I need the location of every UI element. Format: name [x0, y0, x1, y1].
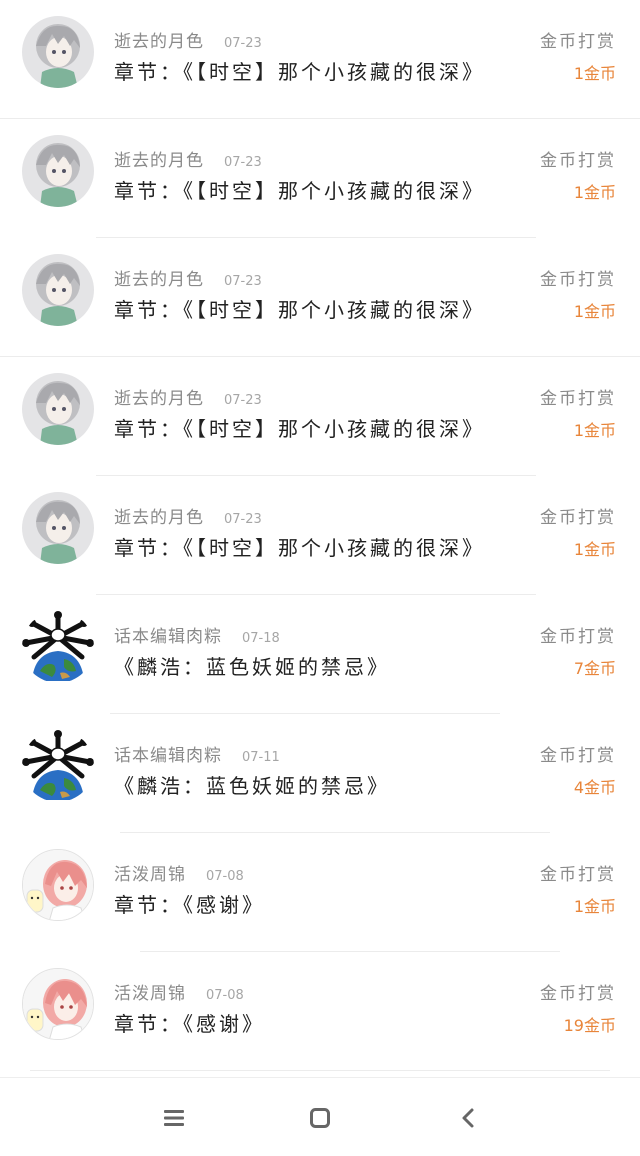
- reward-date: 07-23: [224, 36, 262, 51]
- coin-amount: 19金币: [563, 1016, 616, 1035]
- pink-hair-avatar-icon: [23, 850, 93, 920]
- grey-hair-avatar-icon: [22, 492, 94, 564]
- user-avatar[interactable]: [22, 254, 94, 326]
- reward-date: 07-23: [224, 274, 262, 289]
- back-chevron-icon: [462, 1108, 474, 1128]
- coin-amount: 7金币: [573, 659, 616, 678]
- reward-date: 07-11: [242, 750, 280, 765]
- chapter-title[interactable]: 章节：《【时空】那个小孩藏的很深》: [114, 175, 485, 204]
- reward-date: 07-23: [224, 155, 262, 170]
- reward-date: 07-23: [224, 512, 262, 527]
- tip-label: 金币打赏: [540, 389, 616, 409]
- globe-crossbones-avatar-icon: [22, 730, 94, 802]
- user-name[interactable]: 逝去的月色: [114, 146, 204, 171]
- user-name[interactable]: 逝去的月色: [114, 503, 204, 528]
- home-button[interactable]: [302, 1100, 338, 1136]
- back-button[interactable]: [450, 1100, 486, 1136]
- coin-amount: 1金币: [573, 897, 616, 916]
- chapter-title[interactable]: 章节：《感谢》: [114, 889, 265, 918]
- chapter-title[interactable]: 章节：《【时空】那个小孩藏的很深》: [114, 532, 485, 561]
- user-avatar[interactable]: [22, 492, 94, 564]
- tip-label: 金币打赏: [540, 865, 616, 885]
- user-avatar[interactable]: [22, 611, 94, 683]
- name-line: 话本编辑肉粽 07-11: [114, 741, 280, 766]
- reward-row[interactable]: 活泼周锦 07-08 章节：《感谢》 金币打赏 19金币: [0, 952, 640, 1071]
- chapter-title[interactable]: 章节：《感谢》: [114, 1008, 265, 1037]
- tip-label: 金币打赏: [540, 270, 616, 290]
- grey-hair-avatar-icon: [22, 135, 94, 207]
- menu-button[interactable]: [156, 1100, 192, 1136]
- name-line: 逝去的月色 07-23: [114, 503, 262, 528]
- reward-row[interactable]: 活泼周锦 07-08 章节：《感谢》 金币打赏 1金币: [0, 833, 640, 952]
- pink-hair-avatar-icon: [23, 969, 93, 1039]
- chapter-title[interactable]: 章节：《【时空】那个小孩藏的很深》: [114, 413, 485, 442]
- user-name[interactable]: 活泼周锦: [114, 979, 186, 1004]
- coin-amount: 4金币: [573, 778, 616, 797]
- coin-amount: 1金币: [573, 302, 616, 321]
- grey-hair-avatar-icon: [22, 373, 94, 445]
- globe-crossbones-avatar-icon: [22, 611, 94, 683]
- user-avatar[interactable]: [22, 16, 94, 88]
- reward-list: 逝去的月色 07-23 章节：《【时空】那个小孩藏的很深》 金币打赏 1金币 逝…: [0, 0, 640, 1071]
- user-avatar[interactable]: [22, 849, 94, 921]
- name-line: 逝去的月色 07-23: [114, 146, 262, 171]
- chapter-title[interactable]: 《麟浩：蓝色妖姬的禁忌》: [114, 651, 390, 680]
- tip-label: 金币打赏: [540, 627, 616, 647]
- home-square-icon: [310, 1108, 330, 1128]
- coin-amount: 1金币: [573, 421, 616, 440]
- name-line: 逝去的月色 07-23: [114, 27, 262, 52]
- user-name[interactable]: 活泼周锦: [114, 860, 186, 885]
- chapter-title[interactable]: 《麟浩：蓝色妖姬的禁忌》: [114, 770, 390, 799]
- grey-hair-avatar-icon: [22, 16, 94, 88]
- user-name[interactable]: 逝去的月色: [114, 27, 204, 52]
- reward-row[interactable]: 逝去的月色 07-23 章节：《【时空】那个小孩藏的很深》 金币打赏 1金币: [0, 238, 640, 357]
- reward-date: 07-23: [224, 393, 262, 408]
- row-divider: [30, 1070, 610, 1071]
- user-avatar[interactable]: [22, 730, 94, 802]
- tip-label: 金币打赏: [540, 151, 616, 171]
- name-line: 逝去的月色 07-23: [114, 384, 262, 409]
- system-nav-bar: [0, 1077, 640, 1156]
- chapter-title[interactable]: 章节：《【时空】那个小孩藏的很深》: [114, 56, 485, 85]
- user-name[interactable]: 话本编辑肉粽: [114, 741, 222, 766]
- reward-row[interactable]: 逝去的月色 07-23 章节：《【时空】那个小孩藏的很深》 金币打赏 1金币: [0, 476, 640, 595]
- reward-row[interactable]: 逝去的月色 07-23 章节：《【时空】那个小孩藏的很深》 金币打赏 1金币: [0, 119, 640, 238]
- reward-row[interactable]: 话本编辑肉粽 07-18 《麟浩：蓝色妖姬的禁忌》 金币打赏 7金币: [0, 595, 640, 714]
- user-name[interactable]: 逝去的月色: [114, 265, 204, 290]
- user-avatar[interactable]: [22, 968, 94, 1040]
- menu-icon: [164, 1110, 184, 1126]
- name-line: 逝去的月色 07-23: [114, 265, 262, 290]
- name-line: 活泼周锦 07-08: [114, 979, 244, 1004]
- coin-amount: 1金币: [573, 540, 616, 559]
- user-name[interactable]: 逝去的月色: [114, 384, 204, 409]
- tip-label: 金币打赏: [540, 32, 616, 52]
- reward-date: 07-08: [206, 988, 244, 1003]
- reward-row[interactable]: 逝去的月色 07-23 章节：《【时空】那个小孩藏的很深》 金币打赏 1金币: [0, 357, 640, 476]
- reward-row[interactable]: 逝去的月色 07-23 章节：《【时空】那个小孩藏的很深》 金币打赏 1金币: [0, 0, 640, 119]
- coin-amount: 1金币: [573, 183, 616, 202]
- user-name[interactable]: 话本编辑肉粽: [114, 622, 222, 647]
- reward-date: 07-08: [206, 869, 244, 884]
- name-line: 话本编辑肉粽 07-18: [114, 622, 280, 647]
- user-avatar[interactable]: [22, 135, 94, 207]
- reward-date: 07-18: [242, 631, 280, 646]
- tip-label: 金币打赏: [540, 746, 616, 766]
- reward-row[interactable]: 话本编辑肉粽 07-11 《麟浩：蓝色妖姬的禁忌》 金币打赏 4金币: [0, 714, 640, 833]
- grey-hair-avatar-icon: [22, 254, 94, 326]
- name-line: 活泼周锦 07-08: [114, 860, 244, 885]
- user-avatar[interactable]: [22, 373, 94, 445]
- chapter-title[interactable]: 章节：《【时空】那个小孩藏的很深》: [114, 294, 485, 323]
- coin-amount: 1金币: [573, 64, 616, 83]
- tip-label: 金币打赏: [540, 508, 616, 528]
- tip-label: 金币打赏: [540, 984, 616, 1004]
